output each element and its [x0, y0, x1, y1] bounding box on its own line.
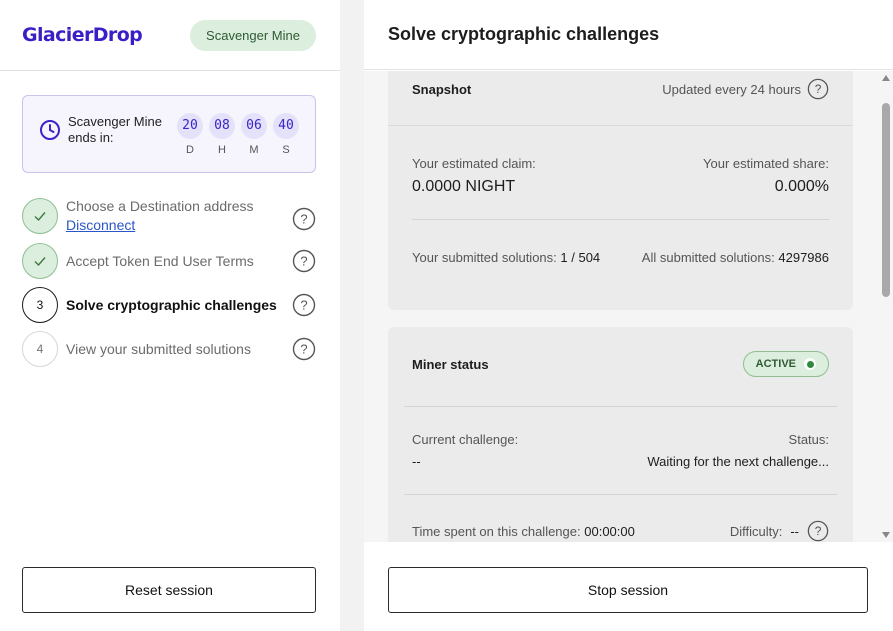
time-spent-label: Time spent on this challenge: [412, 523, 581, 539]
step-label: Accept Token End User Terms [66, 253, 254, 269]
countdown-label: Scavenger Mine ends in: [68, 114, 162, 145]
logo: GlacierDrop [22, 24, 143, 46]
countdown-value: 06 [241, 112, 267, 139]
countdown-seconds: 40 S [273, 112, 299, 156]
svg-text:?: ? [300, 342, 307, 357]
step-solve: 3 Solve cryptographic challenges ? [22, 287, 316, 331]
page-title: Solve cryptographic challenges [364, 0, 893, 70]
help-icon[interactable]: ? [292, 337, 316, 361]
solutions-row: Your submitted solutions: 1 / 504 All su… [412, 250, 829, 265]
estimated-share-value: 0.000% [774, 178, 829, 195]
scrollbar[interactable] [879, 71, 893, 542]
disconnect-link[interactable]: Disconnect [66, 217, 254, 233]
miner-header: Miner status ACTIVE [412, 351, 829, 377]
help-icon[interactable]: ? [807, 520, 829, 542]
scroll-area[interactable]: Snapshot Updated every 24 hours ? Your e… [364, 71, 893, 542]
countdown-value: 20 [177, 112, 203, 139]
scroll-up-arrow-icon[interactable] [882, 75, 890, 81]
difficulty-label: Difficulty: [729, 523, 783, 539]
estimated-share-label: Your estimated share: [703, 156, 829, 171]
miner-status-title: Miner status [412, 356, 489, 372]
main-footer: Stop session [364, 542, 893, 631]
divider [404, 406, 837, 407]
time-row: Time spent on this challenge: 00:00:00 D… [412, 520, 829, 542]
challenge-row: Current challenge: Status: -- Waiting fo… [412, 432, 829, 469]
miner-status-label: Status: [788, 432, 829, 447]
countdown-minutes: 06 M [241, 112, 267, 156]
snapshot-updated-text: Updated every 24 hours [662, 81, 801, 97]
svg-text:?: ? [815, 524, 822, 538]
help-icon[interactable]: ? [292, 293, 316, 317]
svg-text:?: ? [300, 298, 307, 313]
snapshot-card: Snapshot Updated every 24 hours ? Your e… [388, 71, 853, 310]
step-view-solutions: 4 View your submitted solutions ? [22, 331, 316, 375]
check-icon [34, 257, 46, 267]
snapshot-header: Snapshot Updated every 24 hours ? [412, 78, 829, 100]
step-terms: Accept Token End User Terms ? [22, 243, 316, 287]
countdown-days: 20 D [177, 112, 203, 156]
divider [404, 494, 837, 495]
scrollbar-thumb[interactable] [882, 103, 890, 297]
reset-session-button[interactable]: Reset session [22, 567, 316, 613]
help-icon[interactable]: ? [292, 249, 316, 273]
step-destination: Choose a Destination address Disconnect … [22, 198, 316, 242]
countdown-unit-label: S [282, 143, 290, 156]
snapshot-title: Snapshot [412, 81, 472, 97]
scroll-down-arrow-icon[interactable] [882, 532, 890, 538]
all-solutions-label: All submitted solutions: [641, 250, 775, 265]
countdown-panel: Scavenger Mine ends in: 20 D 08 H 06 M 4… [22, 95, 316, 173]
current-challenge-value: -- [412, 454, 421, 469]
check-icon [34, 212, 46, 222]
brand-row: GlacierDrop Scavenger Mine [0, 0, 340, 71]
all-solutions-value: 4297986 [778, 250, 829, 265]
svg-text:?: ? [815, 82, 822, 96]
main-panel: Solve cryptographic challenges Snapshot … [364, 0, 893, 631]
step-text: Choose a Destination address Disconnect [66, 198, 254, 233]
submitted-solutions-value: 1 / 504 [560, 250, 601, 265]
help-icon[interactable]: ? [292, 207, 316, 231]
svg-text:?: ? [300, 212, 307, 227]
status-dot-ring [804, 358, 816, 370]
step-label: View your submitted solutions [66, 341, 251, 357]
countdown-units: 20 D 08 H 06 M 40 S [177, 112, 299, 156]
step-complete-marker [22, 198, 58, 234]
current-challenge-label: Current challenge: [412, 432, 519, 447]
time-spent-value: 00:00:00 [584, 523, 635, 539]
estimated-claim-value: 0.0000 NIGHT [412, 178, 516, 195]
claim-row: Your estimated claim: Your estimated sha… [412, 156, 829, 196]
countdown-value: 08 [209, 112, 235, 139]
status-dot-icon [806, 360, 814, 368]
difficulty-value: -- [790, 523, 799, 539]
countdown-hours: 08 H [209, 112, 235, 156]
estimated-claim-label: Your estimated claim: [412, 156, 536, 171]
countdown-unit-label: M [249, 143, 259, 156]
step-label: Choose a Destination address [66, 198, 254, 214]
snapshot-updated: Updated every 24 hours ? [662, 78, 829, 100]
step-complete-marker [22, 243, 58, 279]
countdown-unit-label: H [218, 143, 226, 156]
countdown-value: 40 [273, 112, 299, 139]
divider [412, 219, 829, 220]
miner-status-value: Waiting for the next challenge... [647, 454, 829, 469]
sidebar: GlacierDrop Scavenger Mine Scavenger Min… [0, 0, 340, 631]
step-number: 3 [22, 287, 58, 323]
step-number: 4 [22, 331, 58, 367]
status-badge-label: ACTIVE [755, 358, 796, 370]
miner-status-card: Miner status ACTIVE Current challenge: S… [388, 327, 853, 542]
help-icon[interactable]: ? [807, 78, 829, 100]
divider [388, 125, 853, 126]
stop-session-button[interactable]: Stop session [388, 567, 868, 613]
step-label: Solve cryptographic challenges [66, 297, 277, 313]
mine-badge: Scavenger Mine [190, 19, 316, 51]
countdown-unit-label: D [186, 143, 194, 156]
submitted-solutions-label: Your submitted solutions: [412, 250, 557, 265]
status-badge: ACTIVE [742, 351, 829, 377]
svg-text:?: ? [300, 254, 307, 269]
clock-icon [40, 120, 60, 140]
